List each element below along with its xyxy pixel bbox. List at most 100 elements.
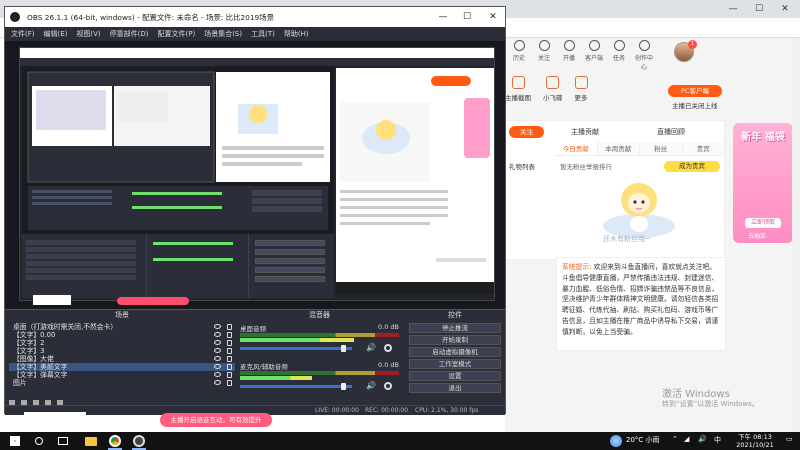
chrome-button[interactable] (108, 434, 122, 448)
gear-icon[interactable] (384, 344, 392, 352)
ad-lottery-link[interactable]: 去抽奖 (748, 231, 766, 240)
become-vip-button[interactable]: 成为贵宾 (664, 161, 720, 172)
source-item[interactable]: 【文字】2 (9, 339, 235, 347)
tab-today[interactable]: 今日贡献 (555, 142, 598, 155)
task-view-button[interactable] (56, 434, 70, 448)
eye-icon[interactable] (214, 332, 221, 337)
notification-icon[interactable]: ▭ (786, 435, 793, 443)
explorer-button[interactable] (84, 434, 98, 448)
lock-icon[interactable] (227, 324, 232, 330)
obs-window-title: OBS 26.1.1 (64-bit, windows) - 配置文件: 未命名… (27, 13, 275, 22)
stop-streaming-button[interactable]: 停止推流 (409, 323, 501, 333)
lock-icon[interactable] (227, 340, 232, 346)
follow-button[interactable]: 关注 (509, 126, 544, 138)
tab-week[interactable]: 本周贡献 (597, 142, 640, 155)
nav-history[interactable]: 历史 (510, 40, 528, 66)
menu-edit[interactable]: 编辑(E) (44, 29, 68, 39)
start-recording-button[interactable]: 开始录制 (409, 335, 501, 345)
network-icon[interactable]: ◢ (684, 435, 689, 443)
eye-icon[interactable] (214, 348, 221, 353)
weather-icon[interactable] (610, 435, 622, 447)
input-language[interactable]: 中 (714, 435, 721, 445)
volume-icon[interactable]: 🔊 (698, 435, 707, 443)
menu-scene-collection[interactable]: 场景集合(S) (204, 29, 242, 39)
nav-client[interactable]: 客户端 (585, 40, 603, 66)
review-header[interactable]: 直播回顾 (657, 127, 685, 137)
tab-vip[interactable]: 贵宾 (682, 142, 725, 155)
obs-close-icon[interactable]: ✕ (481, 7, 505, 27)
menu-help[interactable]: 帮助(H) (284, 29, 309, 39)
clock[interactable]: 下午 08:13 2021/10/21 (730, 433, 780, 449)
source-item[interactable]: 【文字】0.00 (9, 331, 235, 339)
lock-icon[interactable] (227, 332, 232, 338)
studio-mode-button[interactable]: 工作室模式 (409, 359, 501, 369)
obs-window: OBS 26.1.1 (64-bit, windows) - 配置文件: 未命名… (4, 6, 506, 415)
nav-broadcast[interactable]: 开播 (560, 40, 578, 66)
eye-icon[interactable] (214, 356, 221, 361)
speaker-icon[interactable]: 🔊 (366, 382, 376, 390)
search-button[interactable] (32, 434, 46, 448)
source-item[interactable]: 桌面（打游戏时需关闭,不然会卡） (9, 323, 235, 331)
site-nav: 历史 关注 开播 客户端 任务 创作中心 (510, 40, 653, 71)
eye-icon[interactable] (214, 340, 221, 345)
minimize-icon[interactable]: — (720, 0, 746, 18)
gear-icon[interactable] (384, 382, 392, 390)
source-item[interactable]: 【图像】大佬 (9, 355, 235, 363)
browser-scrollbar[interactable] (792, 38, 800, 432)
eye-icon[interactable] (214, 364, 221, 369)
more-tool[interactable]: 更多 (574, 76, 588, 102)
obs-taskbar-button[interactable] (132, 434, 146, 448)
nested-title-bar (20, 48, 494, 58)
lock-icon[interactable] (227, 356, 232, 362)
menu-docks[interactable]: 停靠部件(D) (110, 29, 149, 39)
start-button[interactable] (8, 434, 22, 448)
volume-slider[interactable] (240, 347, 352, 350)
lock-icon[interactable] (227, 380, 232, 386)
mixer-channel-name: 麦克风/辅助音频 (240, 363, 288, 371)
virtual-camera-button[interactable]: 启动虚拟摄像机 (409, 347, 501, 357)
settings-button[interactable]: 设置 (409, 371, 501, 381)
lock-icon[interactable] (227, 364, 232, 370)
tray-chevron-icon[interactable]: ⌃ (672, 435, 678, 443)
obs-maximize-icon[interactable]: ☐ (455, 7, 479, 27)
gift-list-link[interactable]: 礼物列表 (509, 161, 535, 171)
menu-profile[interactable]: 配置文件(P) (158, 29, 196, 39)
pc-client-button[interactable]: PC客户端 (668, 85, 722, 97)
ad-claim-button[interactable]: 立即领取 (745, 218, 781, 228)
screenshot-tool[interactable]: 主播截图 (505, 76, 531, 102)
exit-button[interactable]: 退出 (409, 383, 501, 393)
obs-title-bar[interactable]: OBS 26.1.1 (64-bit, windows) - 配置文件: 未命名… (5, 7, 505, 27)
volume-slider-thumb[interactable] (341, 345, 347, 352)
nested-preview-thumbnail (22, 66, 334, 236)
tab-fans[interactable]: 粉丝 (640, 142, 683, 155)
eye-icon[interactable] (214, 380, 221, 385)
nav-task[interactable]: 任务 (610, 40, 628, 66)
nav-follow[interactable]: 关注 (535, 40, 553, 66)
menu-tools[interactable]: 工具(T) (251, 29, 275, 39)
speaker-icon[interactable]: 🔊 (366, 344, 376, 352)
nav-creator[interactable]: 创作中心 (635, 40, 653, 71)
source-item-selected[interactable]: 【文字】美颜文字 (9, 363, 235, 371)
source-item[interactable]: 【文字】弹幕文字 (9, 371, 235, 379)
eye-icon[interactable] (214, 324, 221, 329)
maximize-icon[interactable]: ☐ (746, 0, 772, 18)
ufo-tool[interactable]: 小飞碟 (543, 76, 563, 102)
weather-text[interactable]: 20°C 小雨 (626, 435, 660, 445)
windows-taskbar: 20°C 小雨 ⌃ ◢ 🔊 中 下午 08:13 2021/10/21 ▭ (0, 432, 800, 450)
menu-file[interactable]: 文件(F) (11, 29, 35, 39)
volume-slider-thumb[interactable] (341, 383, 347, 390)
lock-icon[interactable] (227, 372, 232, 378)
client-icon (588, 40, 600, 51)
menu-view[interactable]: 视图(V) (76, 29, 100, 39)
nested-web-page (336, 68, 494, 282)
volume-slider[interactable] (240, 385, 352, 388)
source-item[interactable]: 【文字】3 (9, 347, 235, 355)
voice-interaction-button[interactable]: 主播开启语音互动，可有效提升 (160, 413, 272, 427)
rank-header[interactable]: 主播贡献 (571, 127, 599, 137)
obs-minimize-icon[interactable]: — (431, 7, 455, 27)
source-item[interactable]: 图片 (9, 379, 235, 387)
lock-icon[interactable] (227, 348, 232, 354)
system-notice-tag: 系统提示: (562, 263, 592, 271)
close-icon[interactable]: ✕ (772, 0, 798, 18)
eye-icon[interactable] (214, 372, 221, 377)
